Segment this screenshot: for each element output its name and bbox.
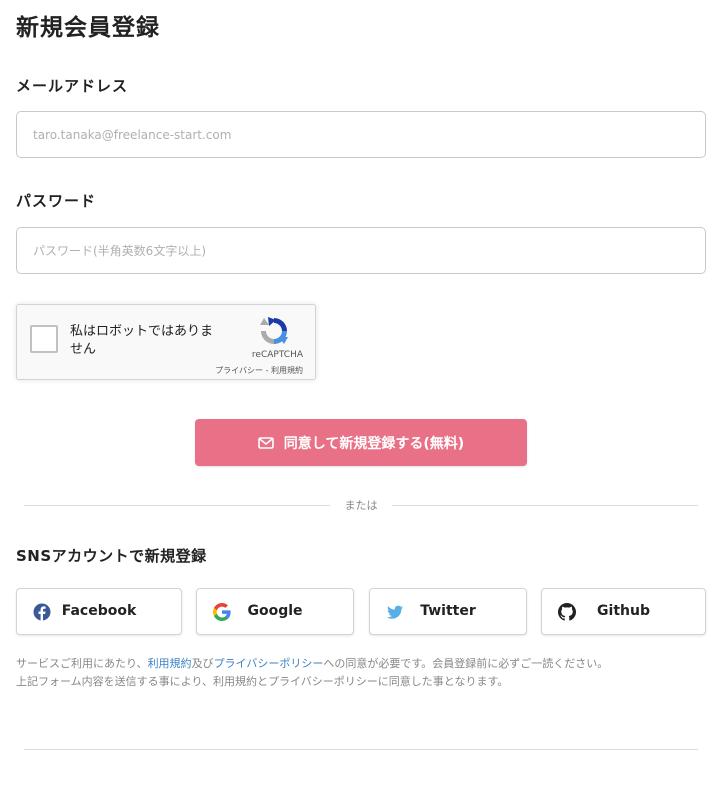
recaptcha-label: 私はロボットではありません	[70, 324, 214, 357]
recaptcha-checkbox[interactable]	[30, 325, 58, 353]
submit-register-label: 同意して新規登録する(無料)	[283, 435, 465, 452]
recaptcha-terms-link[interactable]: プライバシー - 利用規約	[215, 365, 303, 376]
email-field[interactable]	[16, 111, 706, 158]
sns-section-title: SNSアカウントで新規登録	[16, 547, 207, 565]
submit-register-button[interactable]: 同意して新規登録する(無料)	[195, 419, 527, 466]
divider-text: または	[344, 499, 378, 512]
terms-notice: サービスご利用にあたり、利用規約及びプライバシーポリシーへの同意が必要です。会員…	[16, 655, 706, 691]
notice-prefix: サービスご利用にあたり、	[16, 657, 148, 670]
facebook-label: Facebook	[61, 603, 137, 619]
terms-notice-line2: 上記フォーム内容を送信する事により、利用規約とプライバシーポリシーに同意した事と…	[16, 675, 509, 688]
password-label: パスワード	[16, 192, 97, 210]
notice-suffix: への同意が必要です。会員登録前に必ずご一読ください。	[323, 657, 609, 670]
terms-link[interactable]: 利用規約	[148, 657, 192, 670]
recaptcha-brand: reCAPTCHA	[251, 350, 303, 360]
google-label: Google	[247, 603, 303, 619]
github-login-button[interactable]: Github	[541, 588, 706, 635]
page-title: 新規会員登録	[16, 15, 160, 41]
privacy-policy-link[interactable]: プライバシーポリシー	[214, 657, 324, 670]
mail-icon	[257, 436, 274, 449]
github-label: Github	[597, 603, 650, 619]
recaptcha-widget: 私はロボットではありません reCAPTCHA プライバシー - 利用規約	[16, 304, 316, 380]
facebook-login-button[interactable]: Facebook	[16, 588, 182, 635]
recaptcha-icon	[260, 317, 288, 344]
terms-notice-line1: サービスご利用にあたり、利用規約及びプライバシーポリシーへの同意が必要です。会員…	[16, 655, 706, 673]
bottom-divider	[24, 749, 698, 750]
google-login-button[interactable]: Google	[196, 588, 354, 635]
email-label: メールアドレス	[16, 77, 129, 95]
twitter-label: Twitter	[420, 603, 476, 619]
divider-line-left	[24, 505, 330, 506]
password-field[interactable]	[16, 227, 706, 274]
notice-conj: 及び	[191, 657, 214, 670]
twitter-login-button[interactable]: Twitter	[369, 588, 527, 635]
divider-line-right	[392, 505, 698, 506]
